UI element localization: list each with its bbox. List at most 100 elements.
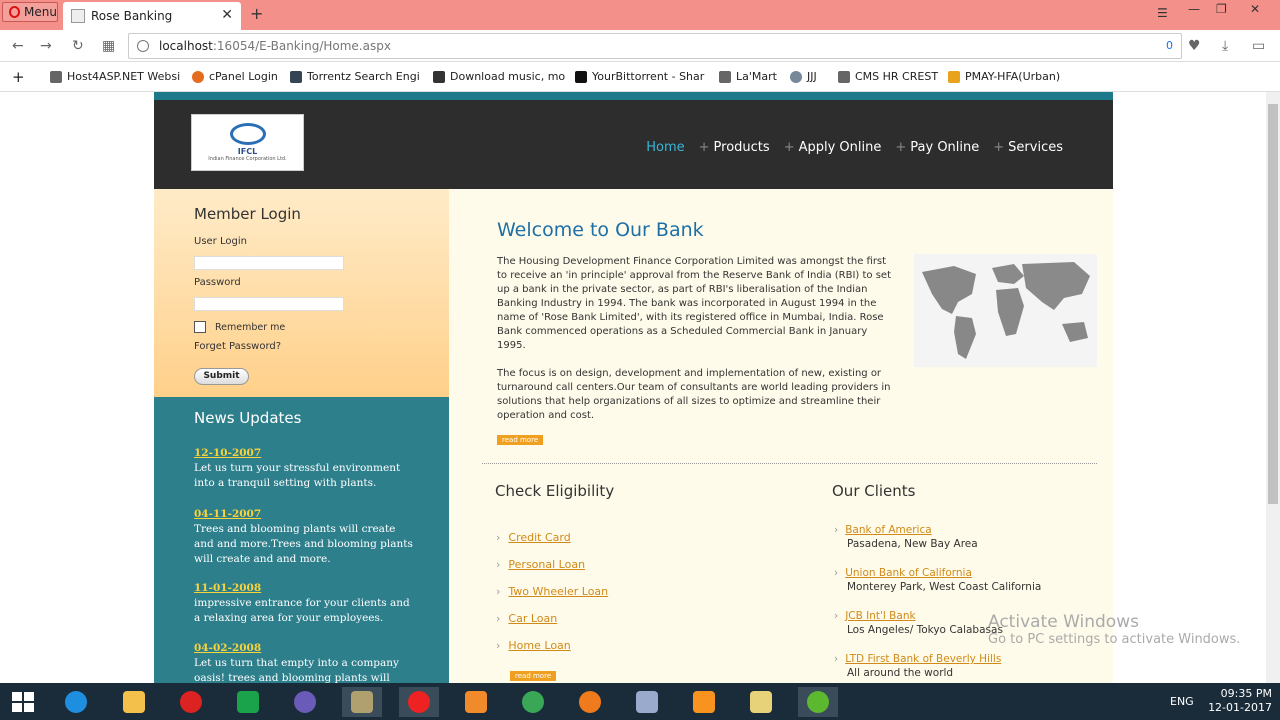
client-location: Los Angeles/ Tokyo Calabasas — [847, 624, 1003, 636]
bookmark-item[interactable]: Torrentz Search Engi — [290, 70, 420, 83]
battery-icon[interactable]: ▭ — [1252, 38, 1265, 54]
plus-icon: + — [895, 140, 907, 155]
speed-dial-icon[interactable]: ▦ — [102, 38, 115, 54]
welcome-title: Welcome to Our Bank — [497, 219, 704, 241]
opera-menu-button[interactable]: Menu — [2, 2, 58, 22]
plus-icon: + — [993, 140, 1005, 155]
news-text: Trees and blooming plants will create an… — [194, 523, 413, 565]
eligibility-read-more-button[interactable]: read more — [510, 671, 557, 681]
eligibility-two-wheeler-loan-link[interactable]: › Two Wheeler Loan — [496, 585, 608, 598]
vlc-icon[interactable] — [684, 687, 724, 717]
news-date-link[interactable]: 11-01-2008 — [194, 581, 414, 596]
page-scrollbar[interactable] — [1266, 92, 1280, 683]
news-text: Let us turn your stressful environment i… — [194, 462, 401, 489]
internet-explorer-icon[interactable] — [56, 687, 96, 717]
news-updates-panel: News Updates 12-10-2007 Let us turn your… — [154, 397, 449, 683]
bookmark-item[interactable]: La'Mart — [719, 70, 777, 83]
password-label: Password — [194, 277, 241, 288]
tools-icon[interactable] — [342, 687, 382, 717]
tabs-menu-icon[interactable]: ☰ — [1157, 6, 1168, 20]
clock[interactable]: 09:35 PM 12-01-2017 — [1208, 687, 1272, 715]
news-date-link[interactable]: 12-10-2007 — [194, 446, 414, 461]
app-red-icon[interactable] — [171, 687, 211, 717]
bookmark-item[interactable]: Download music, mo — [433, 70, 565, 83]
eligibility-home-loan-link[interactable]: › Home Loan — [496, 639, 571, 652]
remember-me-checkbox[interactable] — [194, 321, 206, 333]
folder-icon[interactable] — [741, 687, 781, 717]
close-tab-icon[interactable]: ✕ — [221, 7, 233, 23]
bookmark-item[interactable]: cPanel Login — [192, 70, 278, 83]
nav-products[interactable]: + Products — [699, 140, 770, 155]
firefox-icon[interactable] — [570, 687, 610, 717]
client-name-link[interactable]: Union Bank of California — [845, 567, 972, 579]
site-container: IFCL Indian Finance Corporation Ltd. Hom… — [154, 92, 1113, 683]
user-login-input[interactable] — [194, 256, 344, 270]
bookmark-item[interactable]: JJJ — [790, 70, 817, 83]
media-player-icon[interactable] — [456, 687, 496, 717]
back-icon[interactable]: ← — [12, 38, 24, 54]
submit-button[interactable]: Submit — [194, 368, 249, 385]
password-input[interactable] — [194, 297, 344, 311]
opera-logo-icon — [9, 6, 21, 18]
nav-pay-online[interactable]: + Pay Online — [895, 140, 979, 155]
paint-icon[interactable] — [627, 687, 667, 717]
forward-icon[interactable]: → — [40, 38, 52, 54]
windows-start-icon[interactable] — [12, 692, 34, 712]
news-date-link[interactable]: 04-11-2007 — [194, 507, 414, 522]
clock-date: 12-01-2017 — [1208, 701, 1272, 714]
scrollbar-thumb[interactable] — [1268, 104, 1278, 504]
language-indicator[interactable]: ENG — [1170, 695, 1194, 708]
reload-icon[interactable]: ↻ — [72, 38, 84, 54]
logo-mark-icon — [229, 123, 266, 145]
store-icon[interactable] — [228, 687, 268, 717]
eligibility-credit-card-link[interactable]: › Credit Card — [496, 531, 571, 544]
eligibility-car-loan-link[interactable]: › Car Loan — [496, 612, 557, 625]
user-login-label: User Login — [194, 236, 247, 247]
close-window-icon[interactable]: ✕ — [1250, 2, 1260, 16]
visual-studio-icon[interactable] — [285, 687, 325, 717]
nav-apply-online[interactable]: + Apply Online — [784, 140, 882, 155]
client-name-link[interactable]: JCB Int'l Bank — [845, 610, 915, 622]
new-tab-icon[interactable]: + — [250, 4, 263, 23]
client-name-link[interactable]: LTD First Bank of Beverly Hills — [845, 653, 1001, 665]
nav-services[interactable]: + Services — [993, 140, 1063, 155]
bookmark-item[interactable]: Host4ASP.NET Websi — [50, 70, 180, 83]
bookmark-item[interactable]: CMS HR CREST — [838, 70, 938, 83]
site-header: IFCL Indian Finance Corporation Ltd. Hom… — [154, 92, 1113, 189]
opera-taskbar-icon[interactable] — [399, 687, 439, 717]
download-icon[interactable]: ⤓ — [1222, 38, 1228, 54]
page-icon — [838, 70, 850, 83]
minimize-icon[interactable]: — — [1188, 2, 1200, 16]
eligibility-personal-loan-link[interactable]: › Personal Loan — [496, 558, 585, 571]
chrome-icon[interactable] — [513, 687, 553, 717]
tab-rose-banking[interactable]: Rose Banking ✕ — [63, 2, 241, 30]
section-divider — [482, 463, 1097, 464]
news-item: 11-01-2008 impressive entrance for your … — [194, 581, 414, 626]
restore-icon[interactable]: ❐ — [1216, 2, 1227, 16]
news-title: News Updates — [194, 409, 302, 427]
chevron-right-icon: › — [496, 639, 501, 652]
news-date-link[interactable]: 04-02-2008 — [194, 641, 414, 656]
bookmark-item[interactable]: YourBittorrent - Shar — [575, 70, 704, 83]
url-input[interactable]: localhost:16054/E-Banking/Home.aspx 0 — [128, 33, 1182, 59]
chevron-right-icon: › — [834, 524, 839, 536]
forgot-password-link[interactable]: Forget Password? — [194, 341, 281, 352]
chevron-right-icon: › — [496, 531, 501, 544]
site-info-icon[interactable] — [137, 40, 149, 52]
add-bookmark-icon[interactable]: + — [12, 68, 25, 86]
file-explorer-icon[interactable] — [114, 687, 154, 717]
client-name-link[interactable]: Bank of America — [845, 524, 931, 536]
page-icon — [50, 70, 62, 83]
adblock-count[interactable]: 0 — [1166, 39, 1173, 52]
heart-icon[interactable]: ♥ — [1188, 38, 1201, 54]
logo-text: IFCL — [237, 147, 258, 156]
world-map-icon — [922, 262, 1090, 359]
client-item: › Bank of America Pasadena, New Bay Area — [834, 523, 978, 551]
bookmark-item[interactable]: PMAY-HFA(Urban) — [948, 70, 1060, 83]
member-login-panel: Member Login User Login Password Remembe… — [154, 189, 449, 397]
utorrent-icon[interactable] — [798, 687, 838, 717]
welcome-read-more-button[interactable]: read more — [497, 435, 544, 445]
ifcl-logo[interactable]: IFCL Indian Finance Corporation Ltd. — [191, 114, 304, 171]
nav-home[interactable]: Home — [646, 140, 684, 155]
remember-me-label: Remember me — [215, 322, 286, 333]
